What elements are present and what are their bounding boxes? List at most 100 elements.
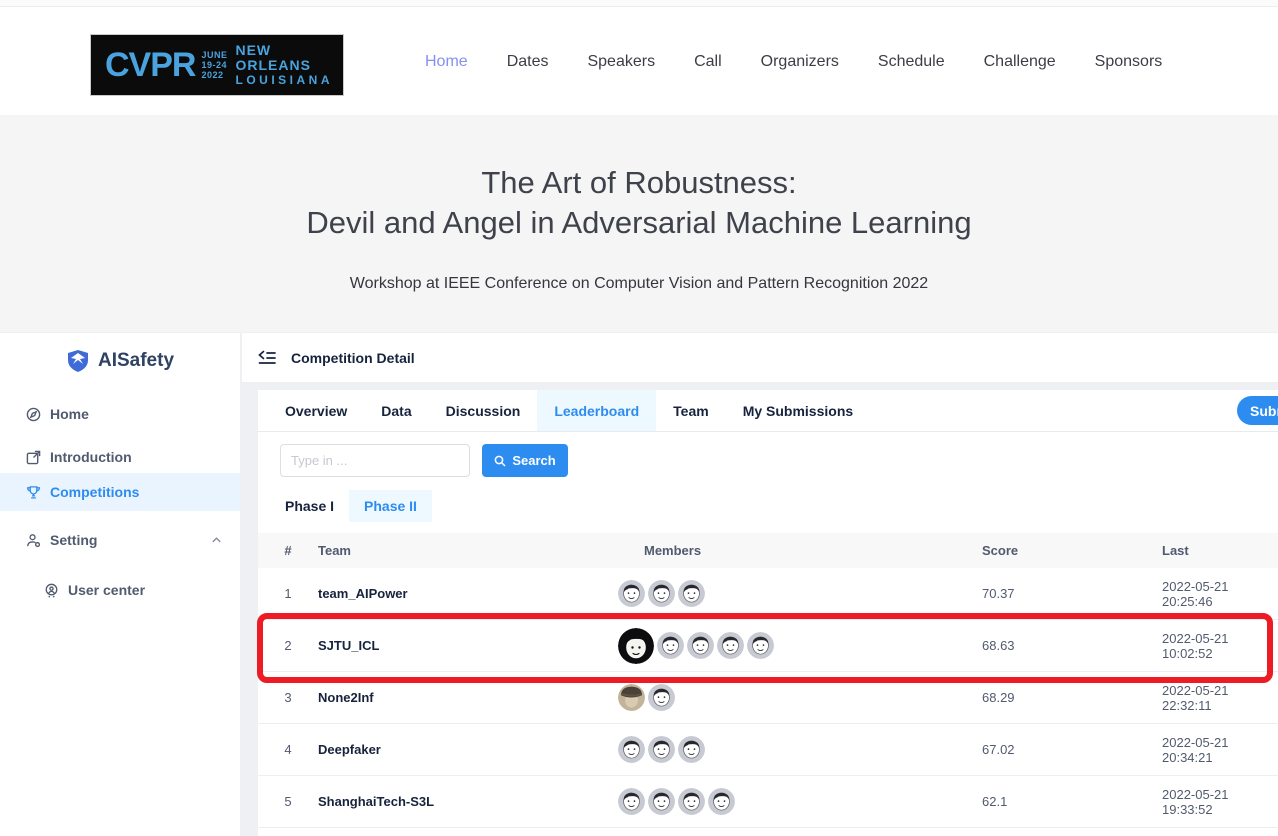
phase-tabs: Phase I Phase II [258,490,432,522]
tab-leaderboard[interactable]: Leaderboard [537,390,656,431]
workshop-title-line2: Devil and Angel in Adversarial Machine L… [0,203,1278,243]
logo-date-days: 19-24 [201,60,227,70]
aisafety-brand[interactable]: AISafety [0,333,240,373]
rank-cell: 4 [258,742,318,757]
sidebar-item-setting[interactable]: Setting [0,521,240,559]
shield-logo-icon [66,349,90,373]
member-avatar [678,736,705,763]
nav-link-call[interactable]: Call [694,53,722,71]
member-avatar [657,632,684,659]
sidebar-item-competitions-label: Competitions [50,484,139,500]
col-rank: # [258,543,318,558]
member-avatar-dark [618,628,654,664]
team-cell: SJTU_ICL [318,638,614,653]
search-button[interactable]: Search [482,444,568,477]
tab-overview[interactable]: Overview [268,390,364,431]
nav-link-dates[interactable]: Dates [507,53,549,71]
last-cell: 2022-05-21 10:02:52 [1142,631,1278,661]
workshop-subtitle: Workshop at IEEE Conference on Computer … [0,275,1278,293]
submit-button[interactable]: Submit [1237,396,1278,425]
table-row: 5 ShanghaiTech-S3L [258,776,1278,828]
members-cell [614,628,944,664]
workshop-title-line1: The Art of Robustness: [0,163,1278,203]
col-last: Last [1142,543,1278,558]
tab-my-submissions[interactable]: My Submissions [726,390,870,431]
member-avatar [678,580,705,607]
logo-city-line2: LOUISIANA [235,73,333,88]
logo-date: JUNE 19-24 2022 [201,50,227,80]
tab-team[interactable]: Team [656,390,726,431]
members-cell [614,736,944,763]
rank-cell: 2 [258,638,318,653]
logo-city: NEW ORLEANS LOUISIANA [235,43,333,88]
top-strip [0,0,1278,7]
member-avatar-photo [618,684,645,711]
logo-date-month: JUNE [201,50,227,60]
aisafety-brand-label: AISafety [98,350,174,372]
menu-fold-icon[interactable] [258,350,276,366]
logo-date-year: 2022 [201,70,227,80]
members-cell [614,684,944,711]
home-compass-icon [26,407,41,422]
table-row: 2 SJTU_ICL [258,620,1278,672]
score-cell: 68.29 [944,690,1142,705]
user-center-icon [44,583,59,598]
sidebar-item-home-label: Home [50,406,89,422]
nav-link-home[interactable]: Home [425,53,468,71]
member-avatar [648,580,675,607]
trophy-icon [26,485,41,500]
table-row: 1 team_AIPower [258,568,1278,620]
members-cell [614,788,944,815]
last-cell: 2022-05-21 20:34:21 [1142,735,1278,765]
sidebar-item-user-center-label: User center [68,582,145,598]
nav-link-speakers[interactable]: Speakers [587,53,655,71]
sidebar-item-introduction[interactable]: Introduction [0,438,240,476]
sidebar-item-user-center[interactable]: User center [0,571,240,609]
nav-link-organizers[interactable]: Organizers [761,53,839,71]
tab-data[interactable]: Data [364,390,428,431]
search-row: Search [258,444,568,477]
rank-cell: 3 [258,690,318,705]
member-avatar [687,632,714,659]
detail-tabbar: Overview Data Discussion Leaderboard Tea… [258,390,1278,432]
table-body: 1 team_AIPower [258,568,1278,828]
table-row: 3 None2Inf 68.29 2022-05-21 22:32:11 [258,672,1278,724]
member-avatar [717,632,744,659]
team-cell: ShanghaiTech-S3L [318,794,614,809]
sidebar-item-competitions[interactable]: Competitions [0,473,240,511]
tab-discussion[interactable]: Discussion [429,390,538,431]
col-members: Members [614,543,944,558]
member-avatar [648,788,675,815]
tab-phase-1[interactable]: Phase I [270,490,349,522]
member-avatar [747,632,774,659]
sidebar: AISafety Home Introduction Competitions … [0,333,240,836]
table-row: 4 Deepfaker [258,724,1278,776]
member-avatar [618,788,645,815]
main-nav: Home Dates Speakers Call Organizers Sche… [425,8,1162,115]
person-gear-icon [26,533,41,548]
nav-link-schedule[interactable]: Schedule [878,53,945,71]
sidebar-item-introduction-label: Introduction [50,449,132,465]
rank-cell: 1 [258,586,318,601]
competition-detail-card: Overview Data Discussion Leaderboard Tea… [258,390,1278,836]
score-cell: 67.02 [944,742,1142,757]
search-input[interactable] [280,444,470,477]
nav-link-challenge[interactable]: Challenge [984,53,1056,71]
content-header: Competition Detail [242,333,1278,383]
score-cell: 62.1 [944,794,1142,809]
logo-city-line1: NEW ORLEANS [235,43,333,73]
logo-brand-text: CVPR [105,48,195,82]
sidebar-item-home[interactable]: Home [0,395,240,433]
last-cell: 2022-05-21 20:25:46 [1142,579,1278,609]
table-header-row: # Team Members Score Last [258,533,1278,568]
member-avatar [648,736,675,763]
cvpr-logo[interactable]: CVPR JUNE 19-24 2022 NEW ORLEANS LOUISIA… [90,34,344,96]
team-cell: Deepfaker [318,742,614,757]
rank-cell: 5 [258,794,318,809]
last-cell: 2022-05-21 19:33:52 [1142,787,1278,817]
nav-link-sponsors[interactable]: Sponsors [1095,53,1163,71]
top-navigation: CVPR JUNE 19-24 2022 NEW ORLEANS LOUISIA… [0,8,1278,115]
score-cell: 68.63 [944,638,1142,653]
tab-phase-2[interactable]: Phase II [349,490,432,522]
team-cell: team_AIPower [318,586,614,601]
